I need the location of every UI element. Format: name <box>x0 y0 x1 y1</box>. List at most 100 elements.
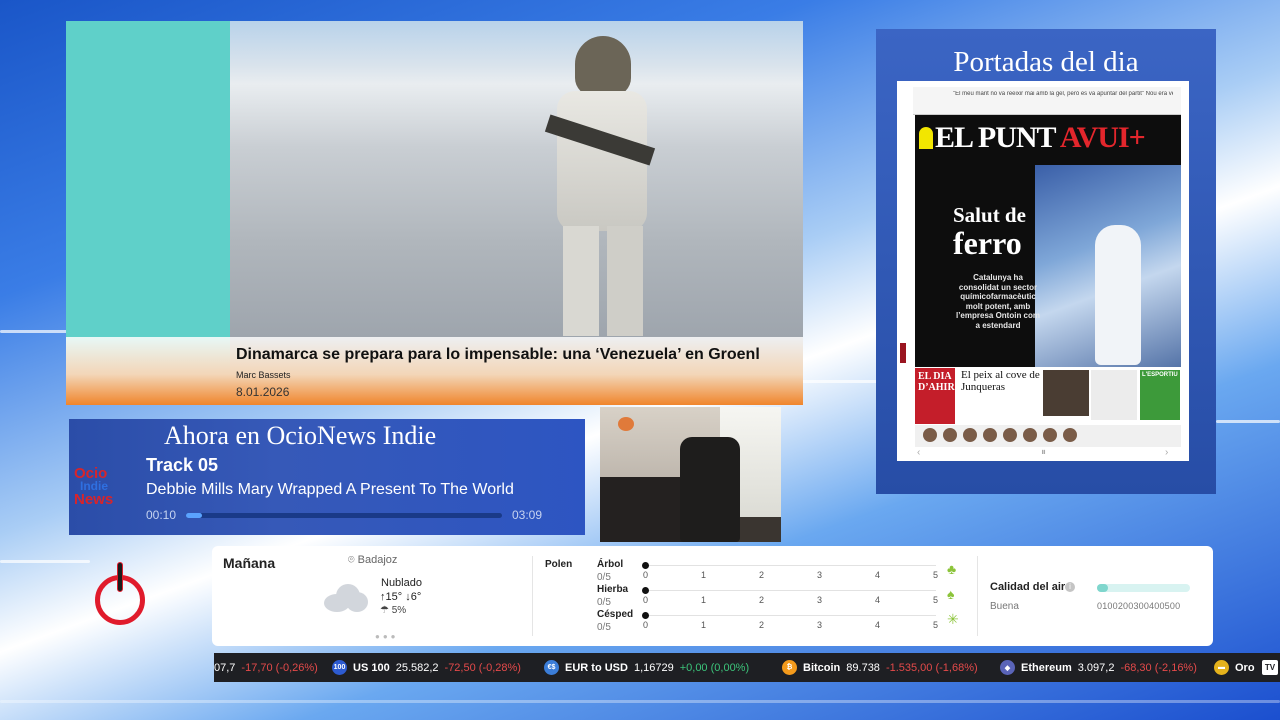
newspaper-covers-panel: Portadas del dia "El meu marit no va ree… <box>876 29 1216 494</box>
ticker-brand-logo: TV <box>1262 660 1278 675</box>
ticker-asset-icon: €$ <box>544 660 559 675</box>
divider <box>977 556 978 636</box>
ocionews-logo: Ocio Indie News <box>74 466 134 511</box>
cover-faces-row <box>915 425 1181 447</box>
ticker-item[interactable]: ▬ Oro <box>1214 653 1255 682</box>
cover-top-strip: "El meu marit no va reeixir mai amb la g… <box>913 87 1181 115</box>
pollen-scale-tick: 3 <box>817 570 823 580</box>
ticker-item[interactable]: ◆ Ethereum 3.097,2 -68,30 (-2,16%) <box>1000 653 1197 682</box>
location-label: ⌾ Badajoz <box>348 554 397 567</box>
cover-subhead: Catalunya ha consolidat un sector químic… <box>955 273 1041 330</box>
pollen-scale-tick: 0 <box>643 620 649 630</box>
ticker-name: Oro <box>1235 661 1255 674</box>
newspaper-cover[interactable]: "El meu marit no va reeixir mai amb la g… <box>897 81 1189 461</box>
pollen-scale-line <box>646 590 936 591</box>
pollen-scale-tick: 0 <box>643 570 649 580</box>
grass-icon: ♠ <box>947 586 955 602</box>
pollen-scale-tick: 2 <box>759 595 765 605</box>
cover-story-photo <box>1043 370 1089 416</box>
pollen-scale-tick: 5 <box>933 620 939 630</box>
cover-marker <box>900 343 906 363</box>
cover-headline-big: ferro <box>953 225 1022 261</box>
background-stripe <box>0 330 70 333</box>
ticker-name: US 100 <box>353 661 390 674</box>
pollen-level-dot <box>642 562 649 569</box>
cover-pause-button[interactable]: ⏸ <box>1041 447 1046 458</box>
info-icon[interactable]: i <box>1065 582 1075 592</box>
pollen-scale-tick: 2 <box>759 570 765 580</box>
ticker-item[interactable]: 07,7 -17,70 (-0,26%) <box>214 653 318 682</box>
yellow-ribbon-icon <box>919 127 933 149</box>
pollen-value: 0/5 <box>597 622 611 633</box>
pollen-value: 0/5 <box>597 597 611 608</box>
pollen-scale-line <box>646 615 936 616</box>
ticker-value: 1,16729 <box>633 661 674 674</box>
progress-fill <box>186 513 202 518</box>
ticker-value: 89.738 <box>846 661 880 674</box>
pager-dots[interactable]: ●●● <box>375 632 399 641</box>
progress-bar[interactable] <box>186 513 502 518</box>
air-quality-scale: 0100200300400500 <box>1097 601 1181 611</box>
background-stripe <box>800 380 880 383</box>
cloud-icon <box>324 582 368 612</box>
now-playing-panel: Ahora en OcioNews Indie Ocio Indie News … <box>69 419 585 535</box>
ticker-item[interactable]: 100 US 100 25.582,2 -72,50 (-0,28%) <box>332 653 521 682</box>
news-headline[interactable]: Dinamarca se prepara para lo impensable:… <box>236 346 803 364</box>
ticker-name: EUR to USD <box>565 661 628 674</box>
cover-lower-section: EL DIA D’AHIR El peix al cove de Junquer… <box>915 368 1181 424</box>
pollen-scale-tick: 1 <box>701 570 707 580</box>
pollen-label: Polen <box>545 559 573 570</box>
ticker-name: Ethereum <box>1021 661 1072 674</box>
background-stripe <box>1216 420 1280 423</box>
cover-sports-box: L'ESPORTIU <box>1140 370 1180 420</box>
lawn-icon: ✳ <box>947 611 959 627</box>
temperatures: ↑15° ↓6° <box>380 591 421 603</box>
pollen-scale-tick: 4 <box>875 595 881 605</box>
ticker-asset-icon: ◆ <box>1000 660 1015 675</box>
soldier-figure <box>544 36 656 336</box>
ticker-value: 3.097,2 <box>1077 661 1115 674</box>
air-quality-label: Calidad del aire <box>990 581 1072 593</box>
pollen-name: Árbol <box>597 559 624 570</box>
air-quality-status: Buena <box>990 601 1019 612</box>
panel-title: Portadas del dia <box>953 46 1139 78</box>
background-stripe <box>0 700 1280 703</box>
cover-prev-button[interactable]: ‹ <box>917 447 920 458</box>
cover-side-box <box>1091 370 1137 420</box>
temp-max: 15° <box>385 591 403 603</box>
track-song: Debbie Mills Mary Wrapped A Present To T… <box>146 481 514 498</box>
ticker-change: -1.535,00 (-1,68%) <box>885 661 978 674</box>
tree-icon: ♣ <box>947 561 957 577</box>
cover-strip-text: "El meu marit no va reeixir mai amb la g… <box>953 91 1173 97</box>
ticker-value: 07,7 <box>214 661 236 674</box>
ticker-asset-icon: ▬ <box>1214 660 1229 675</box>
power-icon-bar <box>117 562 123 592</box>
ticker-item[interactable]: ₿ Bitcoin 89.738 -1.535,00 (-1,68%) <box>782 653 978 682</box>
webcam-feed <box>600 407 781 542</box>
news-card[interactable]: Dinamarca se prepara para lo impensable:… <box>66 21 803 405</box>
background-stripe <box>0 560 90 563</box>
masthead-part-a: EL PUNT <box>935 121 1056 154</box>
ticker-item[interactable]: €$ EUR to USD 1,16729 +0,00 (0,00%) <box>544 653 749 682</box>
precip-value: 5% <box>391 605 407 616</box>
cover-next-button[interactable]: › <box>1165 447 1168 458</box>
cover-headline-small: Salut de <box>953 203 1026 227</box>
pollen-scale-tick: 0 <box>643 595 649 605</box>
news-date: 8.01.2026 <box>236 385 290 399</box>
air-quality-fill <box>1097 584 1109 592</box>
ticker-name: Bitcoin <box>803 661 841 674</box>
ticker-change: -17,70 (-0,26%) <box>241 661 318 674</box>
temp-min: 6° <box>410 591 422 603</box>
ticker-value: 25.582,2 <box>395 661 439 674</box>
ticker-asset-icon: ₿ <box>782 660 797 675</box>
pollen-scale-tick: 3 <box>817 595 823 605</box>
masthead-part-b: AVUI <box>1059 121 1130 154</box>
location-name: Badajoz <box>357 554 398 566</box>
pollen-scale-tick: 5 <box>933 595 939 605</box>
pollen-scale-tick: 3 <box>817 620 823 630</box>
location-pin-icon: ⌾ <box>348 554 358 566</box>
news-author: Marc Bassets <box>236 370 291 380</box>
cover-photo <box>1035 165 1181 367</box>
market-ticker: 07,7 -17,70 (-0,26%) 100 US 100 25.582,2 -72,… <box>214 653 1280 682</box>
air-quality-bar <box>1097 584 1190 592</box>
